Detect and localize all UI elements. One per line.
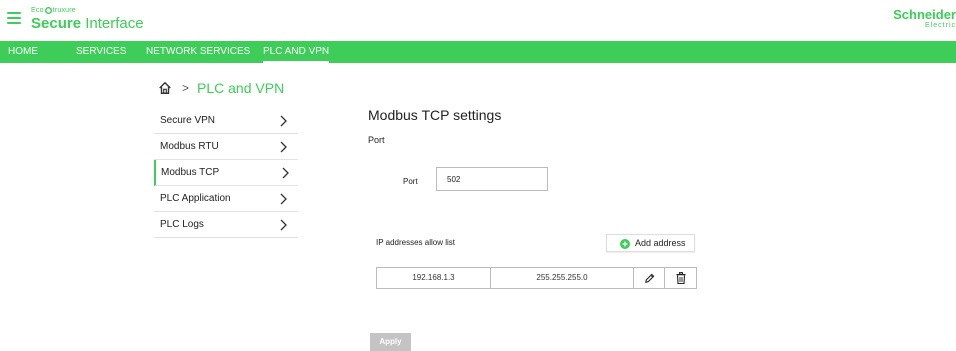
sidebar-item-label: Modbus TCP [161,167,220,178]
app-brand: Eco truxure Secure Interface [31,7,144,31]
subnet-mask-cell: 255.255.255.0 [491,268,634,288]
sidebar-item-plc-application[interactable]: PLC Application [154,186,298,212]
page-title: Modbus TCP settings [368,107,502,123]
add-address-button[interactable]: Add address [606,234,695,252]
sidebar-item-label: Secure VPN [160,115,216,126]
breadcrumb: > PLC and VPN [158,78,284,98]
app-title: Secure Interface [31,15,144,32]
chevron-right-icon [280,219,287,231]
delete-button[interactable] [665,268,696,288]
sidebar-item-label: Modbus RTU [160,141,219,152]
breadcrumb-current: PLC and VPN [197,80,285,96]
ip-allow-list-label: IP addresses allow list [376,238,455,247]
edit-button[interactable] [634,268,665,288]
sidebar-item-secure-vpn[interactable]: Secure VPN [154,108,298,134]
sidebar-item-label: PLC Logs [160,219,204,230]
tab-services[interactable]: SERVICES [76,41,126,63]
apply-button[interactable]: Apply [370,333,411,351]
pencil-icon [644,273,654,283]
home-icon[interactable] [158,81,172,95]
ecostruxure-logo: Eco truxure [31,7,76,14]
chevron-right-icon [282,167,289,179]
chevron-right-icon [280,141,287,153]
port-field-label: Port [403,177,418,186]
port-section-label: Port [368,135,385,145]
add-circle-icon [620,239,630,249]
sidebar: Secure VPN Modbus RTU Modbus TCP PLC App… [154,108,298,238]
sidebar-item-plc-logs[interactable]: PLC Logs [154,212,298,238]
vendor-logo: Schneider Electric [893,7,956,29]
table-row: 192.168.1.3 255.255.255.0 [376,267,697,289]
sidebar-item-modbus-tcp[interactable]: Modbus TCP [154,160,298,186]
tab-home[interactable]: HOME [8,41,38,63]
hamburger-menu-icon[interactable] [7,12,21,24]
ip-address-cell: 192.168.1.3 [377,268,491,288]
add-address-label: Add address [635,238,686,248]
port-input[interactable] [436,167,548,191]
chevron-right-icon [280,193,287,205]
tab-network-services[interactable]: NETWORK SERVICES [146,41,250,63]
sidebar-item-modbus-rtu[interactable]: Modbus RTU [154,134,298,160]
chevron-right-icon [280,115,287,127]
top-header: Eco truxure Secure Interface Schneider E… [0,0,956,40]
tab-plc-and-vpn[interactable]: PLC AND VPN [263,41,330,63]
breadcrumb-separator: > [182,81,190,95]
sidebar-item-label: PLC Application [160,193,231,204]
ecostruxure-mark-icon [44,7,52,14]
main-nav: HOME SERVICES NETWORK SERVICES PLC AND V… [0,41,956,63]
trash-icon [676,272,685,284]
